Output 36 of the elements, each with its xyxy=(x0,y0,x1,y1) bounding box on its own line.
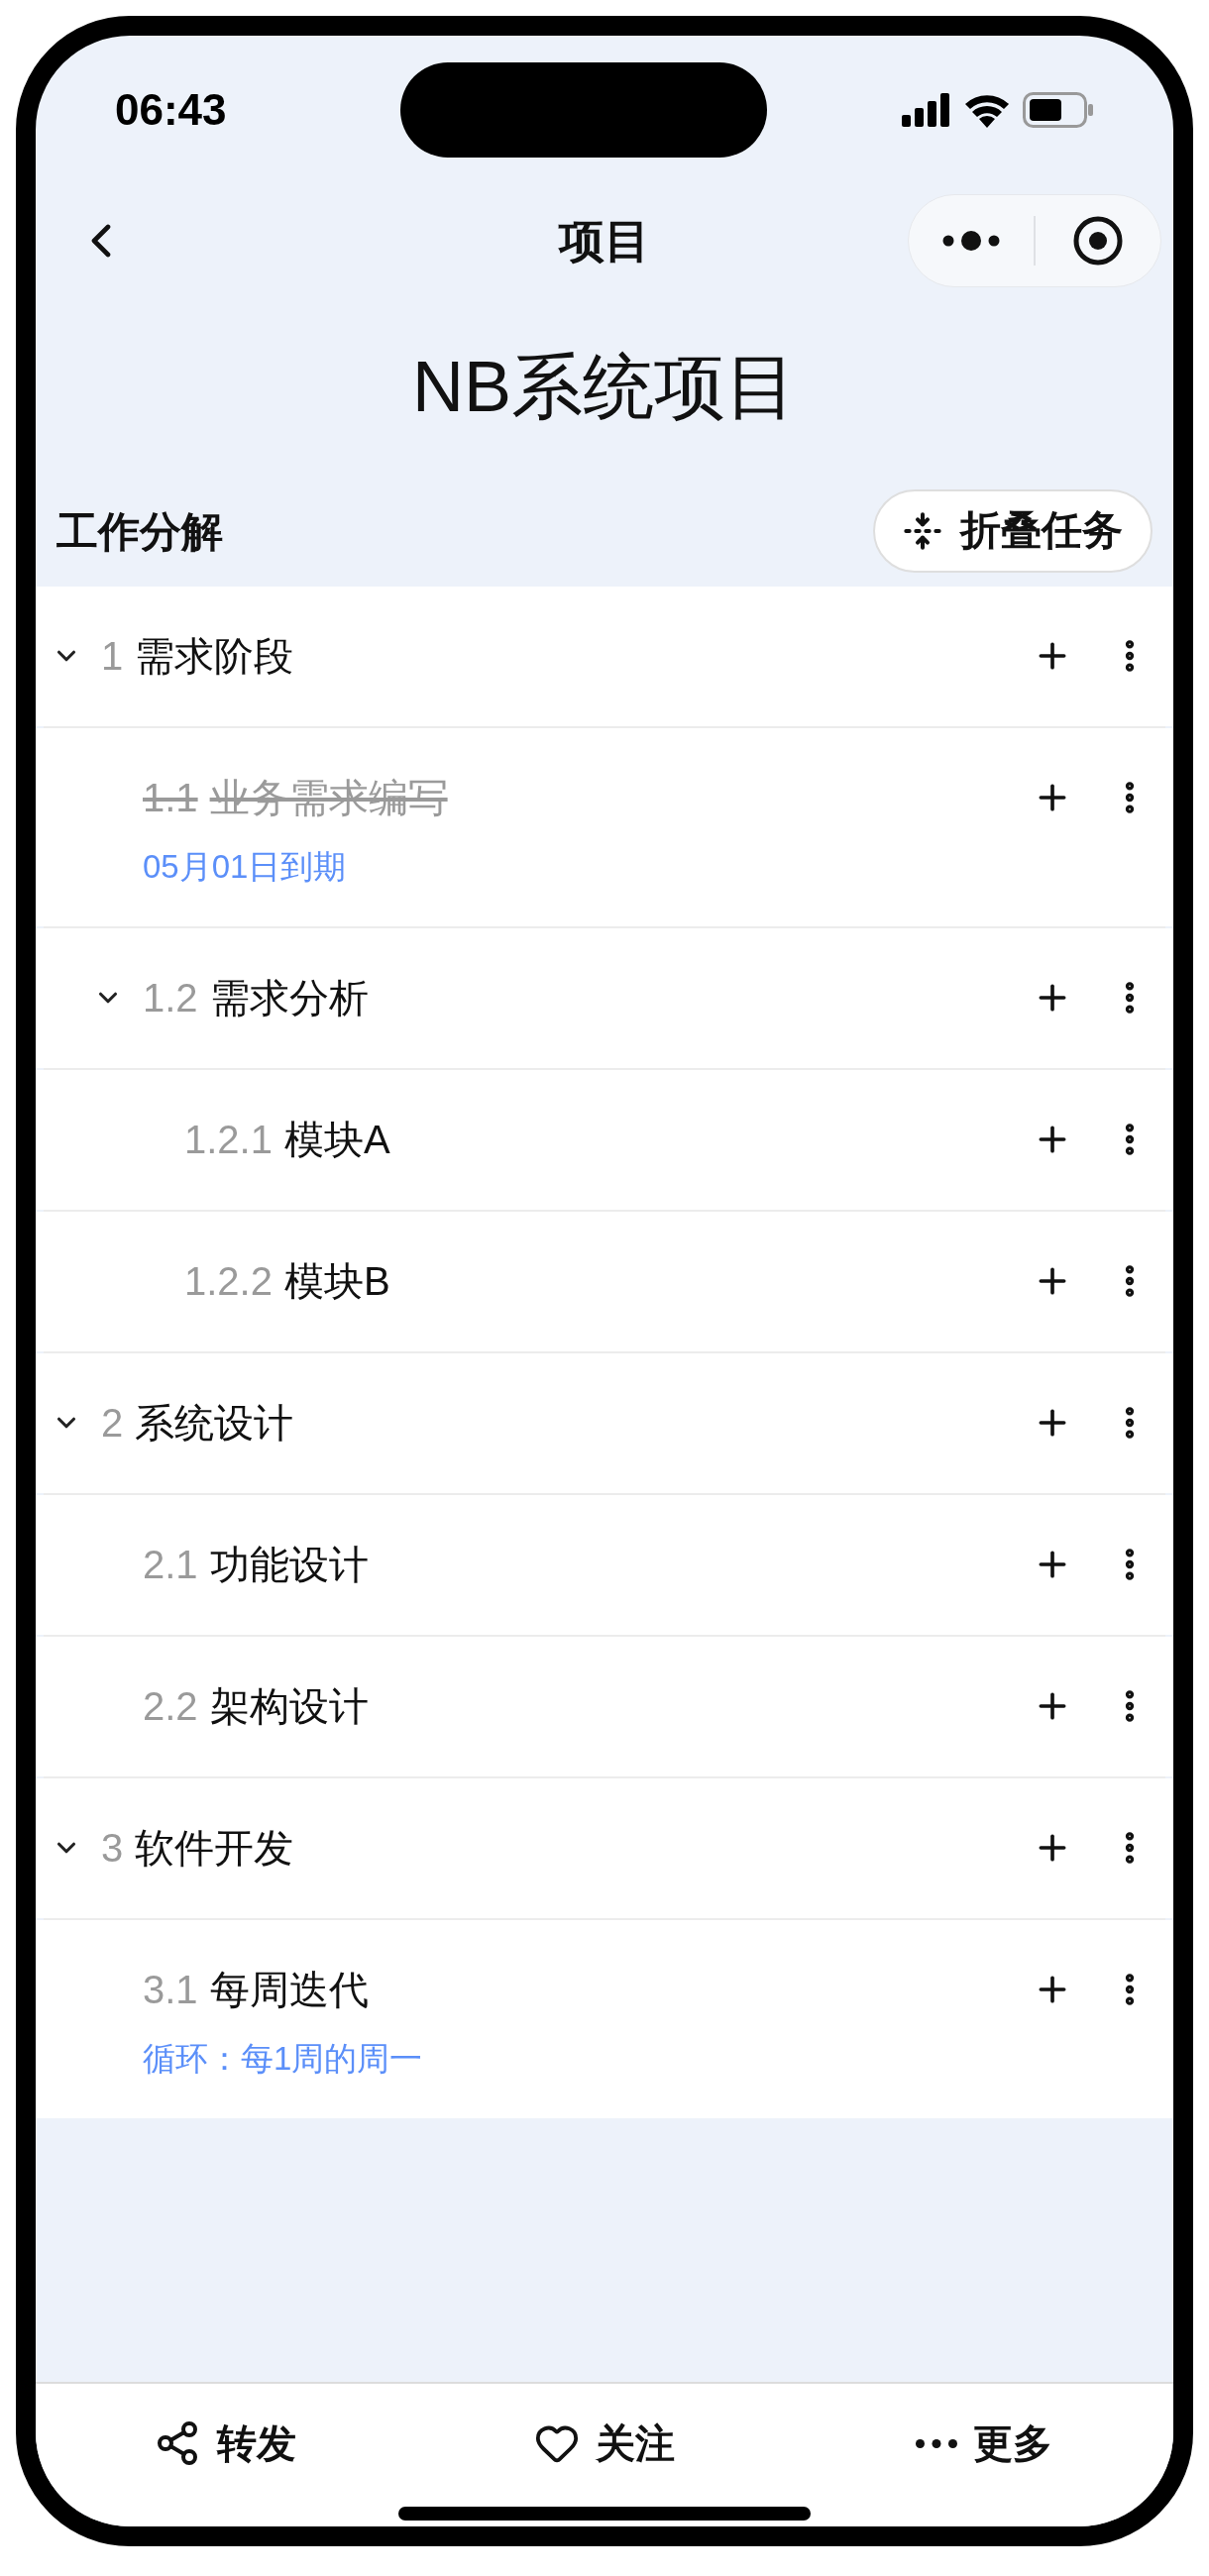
wifi-icon xyxy=(963,92,1011,128)
fold-icon xyxy=(903,511,942,551)
project-title: NB系统项目 xyxy=(412,346,797,428)
task-number: 1.2.2 xyxy=(184,1258,273,1304)
collapse-tasks-button[interactable]: 折叠任务 xyxy=(873,489,1153,573)
task-title[interactable]: 需求分析 xyxy=(209,975,369,1020)
task-title[interactable]: 模块A xyxy=(283,1117,390,1162)
task-number: 1 xyxy=(101,633,124,679)
battery-icon xyxy=(1023,92,1094,128)
task-title[interactable]: 需求阶段 xyxy=(135,633,294,679)
task-note: 循环：每1周的周一 xyxy=(143,2039,423,2079)
task-number: 2.2 xyxy=(143,1683,198,1729)
dots-icon[interactable] xyxy=(942,230,1000,252)
task-title[interactable]: 模块B xyxy=(283,1258,390,1304)
task-title[interactable]: 架构设计 xyxy=(209,1683,369,1729)
task-title[interactable]: 软件开发 xyxy=(135,1825,294,1871)
share-button[interactable]: 转发 xyxy=(154,2406,297,2481)
more-icon xyxy=(915,2438,957,2448)
target-icon[interactable] xyxy=(1072,215,1124,267)
task-number: 1.2.1 xyxy=(184,1117,273,1162)
task-title[interactable]: 系统设计 xyxy=(135,1400,294,1446)
follow-button[interactable]: 关注 xyxy=(534,2406,675,2481)
task-number: 3 xyxy=(101,1825,124,1871)
status-time: 06:43 xyxy=(115,84,227,136)
task-number: 2.1 xyxy=(143,1542,198,1587)
task-title[interactable]: 功能设计 xyxy=(209,1542,369,1587)
signal-icon xyxy=(902,93,951,127)
task-number: 2 xyxy=(101,1400,124,1446)
task-number: 1.2 xyxy=(143,975,198,1020)
task-number: 1.1 xyxy=(143,775,198,820)
task-number: 3.1 xyxy=(143,1967,198,2012)
page-title: 项目 xyxy=(559,213,650,268)
more-button[interactable]: 更多 xyxy=(915,2406,1052,2481)
task-note: 05月01日到期 xyxy=(143,847,347,887)
task-title[interactable]: 每周迭代 xyxy=(209,1967,369,2012)
section-title: 工作分解 xyxy=(56,506,223,557)
